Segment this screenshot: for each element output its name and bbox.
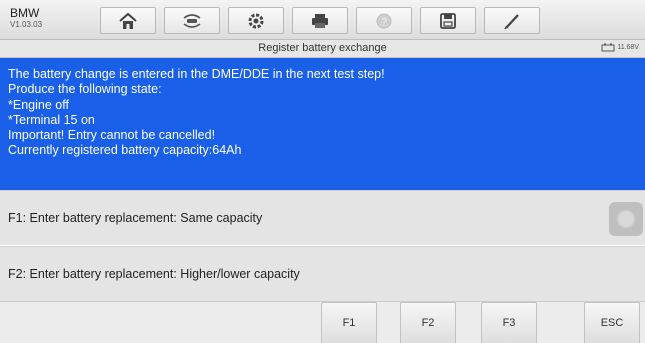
option-label: F2: Enter battery replacement: Higher/lo… xyxy=(8,267,300,281)
vehicle-swap-button[interactable] xyxy=(164,7,220,34)
function-key-bar: F1 F2 F3 ESC xyxy=(0,301,645,343)
message-line: *Terminal 15 on xyxy=(8,112,95,127)
brand-info: BMW V1.03.03 xyxy=(10,7,42,29)
battery-icon xyxy=(601,43,615,52)
vehicle-swap-icon xyxy=(183,13,201,28)
scroll-handle-icon xyxy=(616,209,636,229)
message-line: The battery change is entered in the DME… xyxy=(8,67,385,81)
battery-status: 11.68V xyxy=(601,43,639,52)
edit-icon xyxy=(504,13,519,29)
software-version: V1.03.03 xyxy=(10,20,43,29)
f1-button[interactable]: F1 xyxy=(321,302,377,343)
title-bar: Register battery exchange 11.68V xyxy=(0,40,645,58)
save-button[interactable] xyxy=(420,7,476,34)
battery-voltage: 11.68V xyxy=(617,44,639,51)
edit-button[interactable] xyxy=(484,7,540,34)
svg-text:?: ? xyxy=(381,17,387,28)
save-icon xyxy=(440,12,456,29)
option-higher-lower-capacity[interactable]: F2: Enter battery replacement: Higher/lo… xyxy=(0,246,645,301)
message-line: Produce the following state: xyxy=(8,82,162,97)
f3-button[interactable]: F3 xyxy=(481,302,537,343)
option-label: F1: Enter battery replacement: Same capa… xyxy=(8,211,263,225)
home-button[interactable] xyxy=(100,7,156,34)
scroll-handle[interactable] xyxy=(609,202,643,236)
settings-icon xyxy=(248,13,264,28)
page-title: Register battery exchange xyxy=(258,42,387,54)
esc-button[interactable]: ESC xyxy=(584,302,640,343)
print-icon xyxy=(312,13,328,28)
settings-button[interactable] xyxy=(228,7,284,34)
brand-name: BMW xyxy=(10,6,40,20)
help-icon: ? xyxy=(376,13,392,28)
message-line: Important! Entry cannot be cancelled! xyxy=(8,128,216,143)
message-line: *Engine off xyxy=(8,97,69,112)
home-icon xyxy=(119,12,137,29)
f2-button[interactable]: F2 xyxy=(400,302,456,343)
option-same-capacity[interactable]: F1: Enter battery replacement: Same capa… xyxy=(0,190,645,245)
instruction-message: The battery change is entered in the DME… xyxy=(0,58,645,190)
print-button[interactable] xyxy=(292,7,348,34)
message-line: Currently registered battery capacity:64… xyxy=(8,143,242,158)
help-button[interactable]: ? xyxy=(356,7,412,34)
top-toolbar: BMW V1.03.03 ? xyxy=(0,0,645,40)
